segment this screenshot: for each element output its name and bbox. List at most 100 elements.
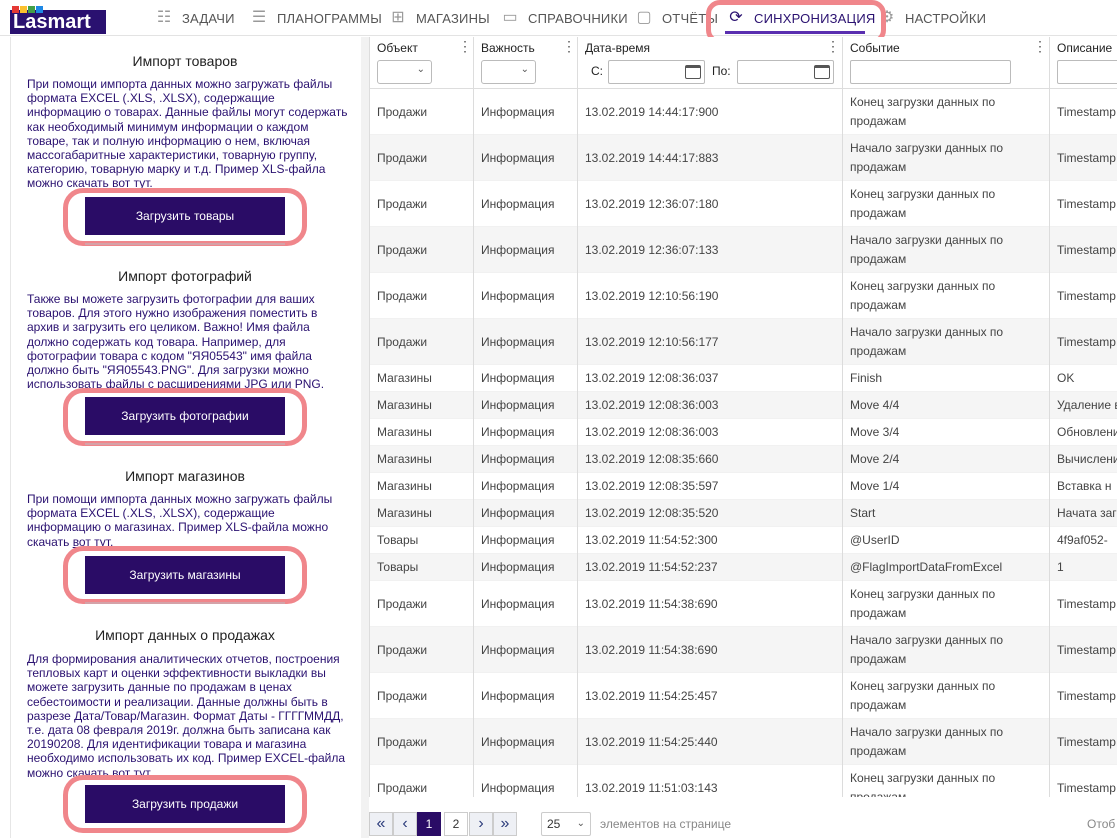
- table-row[interactable]: Магазины Информация 13.02.2019 12:08:36:00…: [370, 392, 1117, 419]
- table-row[interactable]: Магазины Информация 13.02.2019 12:08:35:52…: [370, 500, 1117, 527]
- nav-settings[interactable]: ⚙ НАСТРОЙКИ: [877, 0, 986, 36]
- description-filter-input[interactable]: [1057, 60, 1117, 84]
- cell-datetime: 13.02.2019 12:08:35:520: [585, 506, 719, 520]
- grid-header: Объект ⋮ ⌄ Важность ⋮ ⌄ Дата-время ⋮ С: …: [370, 37, 1117, 89]
- column-header-datetime[interactable]: Дата-время ⋮ С: По:: [578, 37, 843, 89]
- table-row[interactable]: Товары Информация 13.02.2019 11:54:52:300 @…: [370, 527, 1117, 554]
- column-header-event[interactable]: Событие ⋮: [843, 37, 1050, 89]
- column-header-object[interactable]: Объект ⋮ ⌄: [370, 37, 474, 89]
- cell-importance: Информация: [481, 196, 555, 211]
- page-size-select[interactable]: 25 ⌄: [541, 812, 591, 836]
- nav-settings-label: НАСТРОЙКИ: [905, 10, 987, 26]
- cell-event: Move 2/4: [850, 452, 900, 466]
- section-text-sales-body: Для формирования аналитических отчетов, …: [27, 652, 346, 780]
- section-title-photos: Импорт фотографий: [118, 268, 252, 284]
- cell-importance: Информация: [481, 780, 555, 795]
- cell-importance: Информация: [481, 479, 555, 493]
- button-underline: [85, 243, 285, 245]
- cell-description: Timestamp: [1057, 196, 1116, 211]
- column-menu-icon[interactable]: ⋮: [562, 39, 576, 53]
- table-row[interactable]: Продажи Информация 13.02.2019 11:51:03:143…: [370, 765, 1117, 798]
- cell-object: Продажи: [377, 334, 428, 349]
- cell-description: Удаление в: [1057, 398, 1117, 412]
- table-row[interactable]: Продажи Информация 13.02.2019 12:36:07:133…: [370, 227, 1117, 273]
- prev-page-button[interactable]: ‹: [393, 812, 417, 836]
- cell-object: Продажи: [377, 642, 428, 657]
- column-header-description[interactable]: Описание: [1050, 37, 1117, 89]
- panel-splitter[interactable]: [361, 37, 369, 838]
- cell-importance: Информация: [481, 506, 555, 520]
- cell-description: 4f9af052-: [1057, 533, 1108, 547]
- page-button-1[interactable]: 1: [417, 812, 441, 836]
- cell-event: Конец загрузки данных по продажам: [850, 186, 996, 220]
- chevron-down-icon: ⌄: [416, 64, 425, 75]
- date-from-input[interactable]: [608, 60, 705, 84]
- folder-icon: ▭: [502, 9, 518, 26]
- last-page-button[interactable]: »: [493, 812, 517, 836]
- lasmart-logo[interactable]: Lasmart: [10, 6, 106, 34]
- column-divider: [1049, 89, 1050, 797]
- nav-planograms[interactable]: ☰ ПЛАНОГРАММЫ: [249, 0, 382, 36]
- table-row[interactable]: Продажи Информация 13.02.2019 11:54:25:457…: [370, 673, 1117, 719]
- chevron-down-icon: ⌄: [520, 64, 529, 75]
- cell-object: Продажи: [377, 104, 428, 119]
- table-row[interactable]: Магазины Информация 13.02.2019 12:08:36:00…: [370, 419, 1117, 446]
- column-header-importance[interactable]: Важность ⋮ ⌄: [474, 37, 578, 89]
- button-underline: [85, 602, 285, 604]
- nav-references[interactable]: ▭ СПРАВОЧНИКИ: [500, 0, 628, 36]
- logo-text: Lasmart: [10, 10, 106, 34]
- cell-object: Магазины: [377, 398, 432, 412]
- column-title-description: Описание: [1057, 41, 1113, 55]
- first-page-button[interactable]: «: [369, 812, 393, 836]
- next-page-button[interactable]: ›: [469, 812, 493, 836]
- section-text-products-body: При помощи импорта данных можно загружат…: [27, 77, 348, 191]
- importance-filter-select[interactable]: ⌄: [481, 60, 536, 84]
- date-from-label: С:: [591, 64, 603, 78]
- calendar-icon[interactable]: [814, 65, 830, 79]
- page-size-label: элементов на странице: [600, 817, 732, 831]
- calendar-icon[interactable]: [685, 65, 701, 79]
- table-row[interactable]: Продажи Информация 13.02.2019 11:54:25:440…: [370, 719, 1117, 765]
- date-to-input[interactable]: [737, 60, 834, 84]
- cell-datetime: 13.02.2019 12:10:56:190: [585, 288, 719, 303]
- table-row[interactable]: Продажи Информация 13.02.2019 11:54:38:690…: [370, 581, 1117, 627]
- table-row[interactable]: Продажи Информация 13.02.2019 11:54:38:690…: [370, 627, 1117, 673]
- cell-datetime: 13.02.2019 12:08:36:037: [585, 371, 719, 385]
- table-row[interactable]: Продажи Информация 13.02.2019 14:44:17:883…: [370, 135, 1117, 181]
- nav-tasks[interactable]: ☷ ЗАДАЧИ: [154, 0, 235, 36]
- nav-planograms-label: ПЛАНОГРАММЫ: [277, 10, 382, 26]
- table-row[interactable]: Продажи Информация 13.02.2019 12:36:07:180…: [370, 181, 1117, 227]
- table-row[interactable]: Продажи Информация 13.02.2019 14:44:17:900…: [370, 89, 1117, 135]
- nav-stores[interactable]: ⊞ МАГАЗИНЫ: [388, 0, 490, 36]
- column-title-importance: Важность: [481, 41, 535, 55]
- page-button-2[interactable]: 2: [444, 812, 468, 836]
- cell-description: Timestamp: [1057, 596, 1116, 611]
- event-filter-input[interactable]: [850, 60, 1011, 84]
- upload-products-button[interactable]: Загрузить товары: [85, 197, 285, 235]
- table-row[interactable]: Магазины Информация 13.02.2019 12:08:35:66…: [370, 446, 1117, 473]
- table-row[interactable]: Продажи Информация 13.02.2019 12:10:56:177…: [370, 319, 1117, 365]
- upload-photos-button[interactable]: Загрузить фотографии: [85, 397, 285, 435]
- cell-importance: Информация: [481, 334, 555, 349]
- cell-datetime: 13.02.2019 11:51:03:143: [585, 780, 718, 795]
- upload-sales-button[interactable]: Загрузить продажи: [85, 785, 285, 823]
- table-row[interactable]: Товары Информация 13.02.2019 11:54:52:237 @…: [370, 554, 1117, 581]
- cell-datetime: 13.02.2019 12:08:36:003: [585, 425, 719, 439]
- column-menu-icon[interactable]: ⋮: [826, 39, 840, 53]
- column-menu-icon[interactable]: ⋮: [458, 39, 472, 53]
- cell-description: Timestamp: [1057, 242, 1116, 257]
- cell-event: Move 1/4: [850, 479, 900, 493]
- column-menu-icon[interactable]: ⋮: [1033, 39, 1047, 53]
- table-row[interactable]: Магазины Информация 13.02.2019 12:08:36:03…: [370, 365, 1117, 392]
- cell-object: Магазины: [377, 452, 432, 466]
- cell-description: Начата заг: [1057, 506, 1117, 520]
- table-row[interactable]: Магазины Информация 13.02.2019 12:08:35:59…: [370, 473, 1117, 500]
- logo-square-red: [12, 6, 19, 13]
- cell-event: Конец загрузки данных по продажам: [850, 586, 996, 620]
- upload-stores-button[interactable]: Загрузить магазины: [85, 556, 285, 594]
- cell-importance: Информация: [481, 452, 555, 466]
- cell-datetime: 13.02.2019 11:54:38:690: [585, 642, 718, 657]
- cell-event: Начало загрузки данных по продажам: [850, 632, 1004, 666]
- object-filter-select[interactable]: ⌄: [377, 60, 432, 84]
- table-row[interactable]: Продажи Информация 13.02.2019 12:10:56:190…: [370, 273, 1117, 319]
